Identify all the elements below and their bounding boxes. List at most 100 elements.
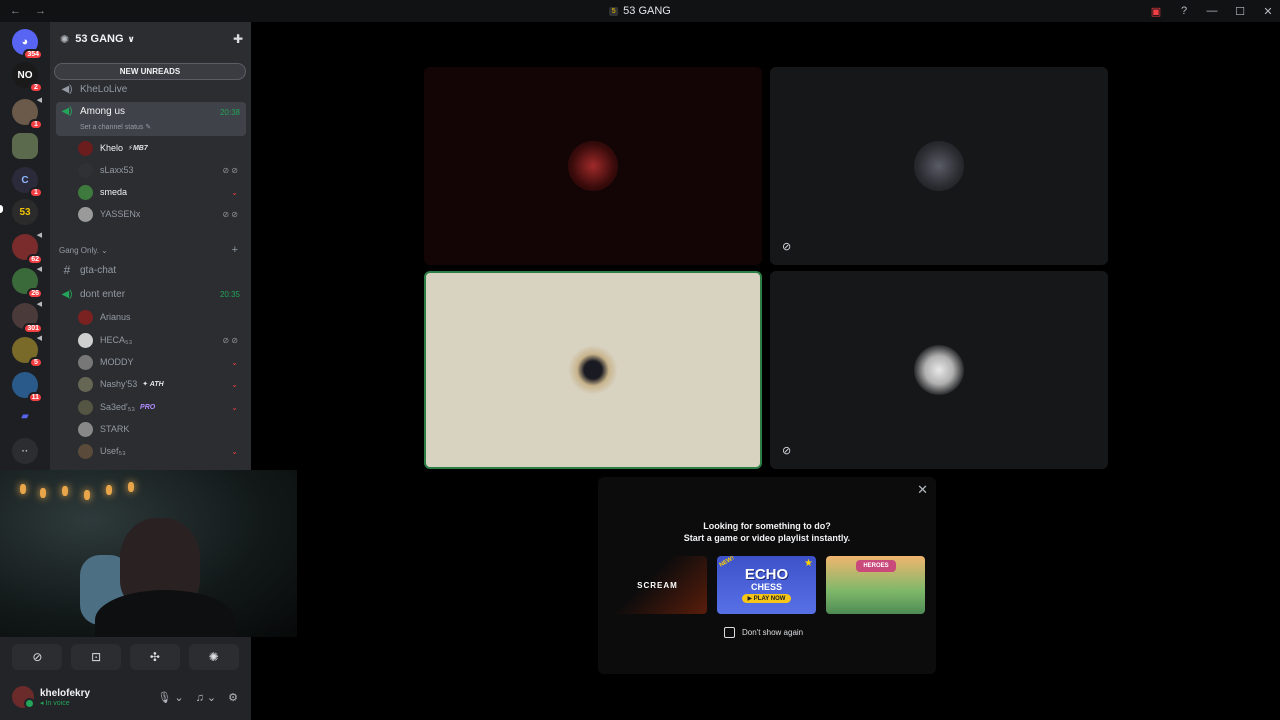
voice-user[interactable]: Nashy'53 ✦ ATH ⌄ (78, 374, 244, 394)
unread-badge: 62 (27, 254, 43, 265)
server-53-gang[interactable]: 53 (12, 199, 38, 225)
speaker-icon: ◀ (36, 301, 42, 308)
channel-status[interactable]: Set a channel status ✎ (80, 123, 151, 131)
voice-user[interactable]: Khelo ⚡MB7 (78, 138, 244, 158)
server-rail: ◕ 354 NO 2 ◀ 1 C1 53 ◀ 62 ◀ 26 ◀ 301 ◀ 5 11 ▰ ·… (0, 22, 50, 470)
server-header[interactable]: ✺ 53 GANG ∨ ✚ (50, 22, 251, 56)
channel-label: dont enter (80, 288, 126, 300)
avatar (12, 686, 35, 709)
activities-icon[interactable]: ✣ (129, 644, 180, 670)
voice-status-text: In voice (45, 699, 70, 707)
muted-deafened-icon: ⊘ ⊘ (222, 335, 238, 345)
title-bar: ← → 5 53 GANG ▣ ? — ☐ ✕ (0, 0, 1280, 22)
participant-tile[interactable] (424, 67, 762, 265)
server-label: NO (17, 69, 33, 81)
server-no[interactable]: NO 2 (12, 62, 43, 93)
avatar (78, 421, 93, 437)
channel-dont-enter[interactable]: ◀) dont enter 20:35 (56, 284, 246, 304)
server-name: 53 GANG (75, 33, 124, 45)
user-name: Khelo (100, 143, 124, 153)
avatar (78, 184, 93, 200)
server-11[interactable]: 11 (12, 372, 43, 403)
user-name: smeda (100, 187, 128, 197)
close-window-icon[interactable]: ✕ (1256, 5, 1280, 18)
activity-title: HEROES (856, 560, 896, 572)
chevron-down-icon: ∨ (127, 33, 135, 44)
activity-card-echo-chess[interactable]: NEW! ★ ECHO CHESS ▶ PLAY NOW (717, 556, 816, 614)
voice-user[interactable]: MODDY ⌄ (78, 352, 244, 372)
participant-avatar (568, 141, 618, 191)
screen-share-icon[interactable]: ⊡ (71, 644, 122, 670)
unread-badge: 354 (23, 49, 43, 60)
forward-arrow-icon[interactable]: → (35, 5, 46, 17)
minimize-icon[interactable]: — (1200, 5, 1224, 17)
soundboard-icon[interactable]: ✺ (188, 644, 239, 670)
help-icon[interactable]: ? (1172, 5, 1196, 17)
participant-avatar (914, 345, 964, 395)
add-channel-icon[interactable]: + (232, 244, 238, 256)
activity-card-scream[interactable]: SCREAM (608, 556, 707, 614)
back-arrow-icon[interactable]: ← (10, 5, 21, 17)
folder-icon[interactable]: ▰ (12, 403, 38, 429)
camera-off-icon[interactable]: ⊘ (12, 644, 63, 670)
channel-label: Among us (80, 106, 126, 117)
new-unreads-banner[interactable]: NEW UNREADS (54, 63, 246, 80)
inbox-icon[interactable]: ▣ (1144, 5, 1168, 18)
channel-timer: 20:35 (219, 289, 240, 299)
speaker-icon: ◀ (36, 266, 42, 273)
server-8[interactable]: ◀ 26 (12, 266, 43, 299)
voice-user[interactable]: STARK (78, 419, 244, 439)
maximize-icon[interactable]: ☐ (1228, 5, 1252, 18)
more-servers-icon[interactable]: ·· (12, 438, 38, 464)
category-gang-only[interactable]: Gang Only. ⌄ + (59, 244, 244, 256)
participant-tile[interactable]: ⊘ (770, 67, 1108, 265)
voice-user[interactable]: smeda ⌄ (78, 182, 244, 202)
avatar (78, 443, 93, 459)
speaker-icon: ◀ (36, 335, 42, 342)
voice-user[interactable]: sLaxx53 ⊘ ⊘ (78, 160, 244, 180)
muted-icon: ⊘ (782, 241, 792, 253)
participant-tile-speaking[interactable] (424, 271, 762, 469)
microphone-icon[interactable]: 🎙︎ ⌄ (157, 691, 183, 704)
user-name: STARK (100, 424, 130, 434)
close-icon[interactable]: ✕ (917, 482, 928, 498)
voice-user[interactable]: Sa3ed'₅₃ PRO ⌄ (78, 397, 244, 417)
add-user-icon[interactable]: ✚ (233, 32, 243, 46)
participant-avatar (568, 345, 618, 395)
settings-gear-icon[interactable]: ⚙ (228, 691, 238, 704)
avatar (78, 399, 93, 415)
avatar (78, 162, 93, 178)
user-panel: ⊘ ⊡ ✣ ✺ khelofekry ◂ In voice 🎙︎ ⌄ ♫ ⌄ ⚙ (0, 637, 251, 720)
dont-show-again-checkbox[interactable]: Don't show again (724, 627, 803, 638)
voice-user[interactable]: Arianus (78, 307, 244, 327)
chevron-down-icon: ⌄ (231, 187, 238, 197)
channel-timer: 20:38 (219, 108, 240, 117)
server-3[interactable]: ◀ 1 (12, 97, 43, 130)
avatar (78, 332, 93, 348)
muted-deafened-icon: ⊘ ⊘ (222, 209, 238, 219)
muted-icon: ⊘ (782, 445, 792, 457)
server-9[interactable]: ◀ 301 (12, 301, 43, 334)
chevron-down-icon: ⌄ (231, 446, 238, 456)
server-4[interactable] (12, 133, 38, 159)
headphones-icon[interactable]: ♫ ⌄ (196, 691, 217, 704)
speaker-icon: ◀) (61, 83, 73, 95)
voice-user[interactable]: Usef₅₃ ⌄ (78, 441, 244, 461)
play-now-button[interactable]: ▶ PLAY NOW (741, 593, 792, 603)
channel-gta-chat[interactable]: # gta-chat (56, 260, 246, 280)
activity-card-heroes[interactable]: HEROES (826, 556, 925, 614)
server-5[interactable]: C1 (12, 167, 43, 198)
unread-badge: 1 (29, 119, 43, 130)
server-10[interactable]: ◀ 5 (12, 335, 43, 368)
voice-user[interactable]: HECA₅₃ ⊘ ⊘ (78, 330, 244, 350)
voice-user[interactable]: YASSENx ⊘ ⊘ (78, 204, 244, 224)
channel-among-us[interactable]: ◀) Among us 20:38 Set a channel status ✎ (56, 102, 246, 136)
participant-tile[interactable]: ⊘ (770, 271, 1108, 469)
user-name: YASSENx (100, 209, 141, 219)
server-7[interactable]: ◀ 62 (12, 232, 43, 265)
user-name: sLaxx53 (100, 165, 134, 175)
channel-khelolive[interactable]: ◀) KheLoLive (56, 79, 246, 99)
direct-messages-icon[interactable]: ◕ 354 (12, 29, 43, 60)
current-user[interactable]: khelofekry ◂ In voice 🎙︎ ⌄ ♫ ⌄ ⚙ (12, 682, 242, 712)
category-label: Gang Only. (59, 246, 99, 255)
